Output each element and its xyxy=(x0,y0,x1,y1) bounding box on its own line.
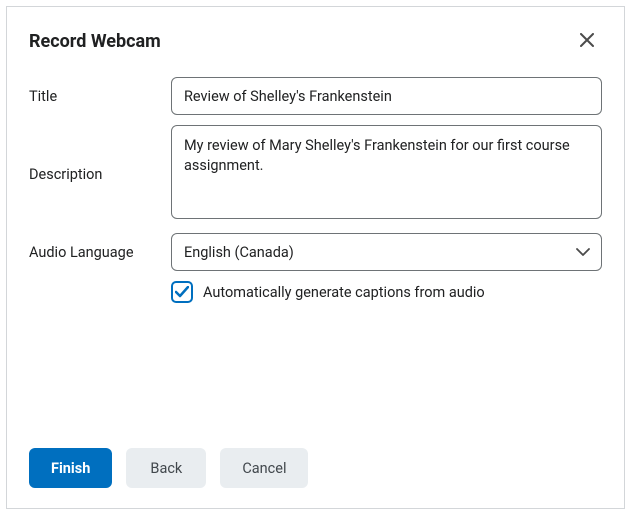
description-input[interactable]: My review of Mary Shelley's Frankenstein… xyxy=(171,125,602,219)
captions-row: Automatically generate captions from aud… xyxy=(171,281,602,303)
description-row: Description My review of Mary Shelley's … xyxy=(29,125,602,223)
language-row: Audio Language English (Canada) xyxy=(29,233,602,271)
close-button[interactable] xyxy=(572,27,602,55)
language-select[interactable]: English (Canada) xyxy=(171,233,602,271)
dialog-header: Record Webcam xyxy=(29,27,602,55)
title-label: Title xyxy=(29,88,171,105)
check-icon xyxy=(175,286,189,298)
captions-label[interactable]: Automatically generate captions from aud… xyxy=(203,284,485,301)
form-body: Title Description My review of Mary Shel… xyxy=(29,77,602,448)
finish-button[interactable]: Finish xyxy=(29,448,112,488)
description-label: Description xyxy=(29,166,171,183)
title-row: Title xyxy=(29,77,602,115)
dialog-footer: Finish Back Cancel xyxy=(29,448,602,488)
captions-checkbox[interactable] xyxy=(171,281,193,303)
language-label: Audio Language xyxy=(29,244,171,261)
cancel-button[interactable]: Cancel xyxy=(220,448,308,488)
back-button[interactable]: Back xyxy=(126,448,206,488)
dialog-title: Record Webcam xyxy=(29,31,161,52)
record-webcam-dialog: Record Webcam Title Description My revie… xyxy=(6,6,625,509)
title-input[interactable] xyxy=(171,77,602,115)
close-icon xyxy=(580,30,594,52)
